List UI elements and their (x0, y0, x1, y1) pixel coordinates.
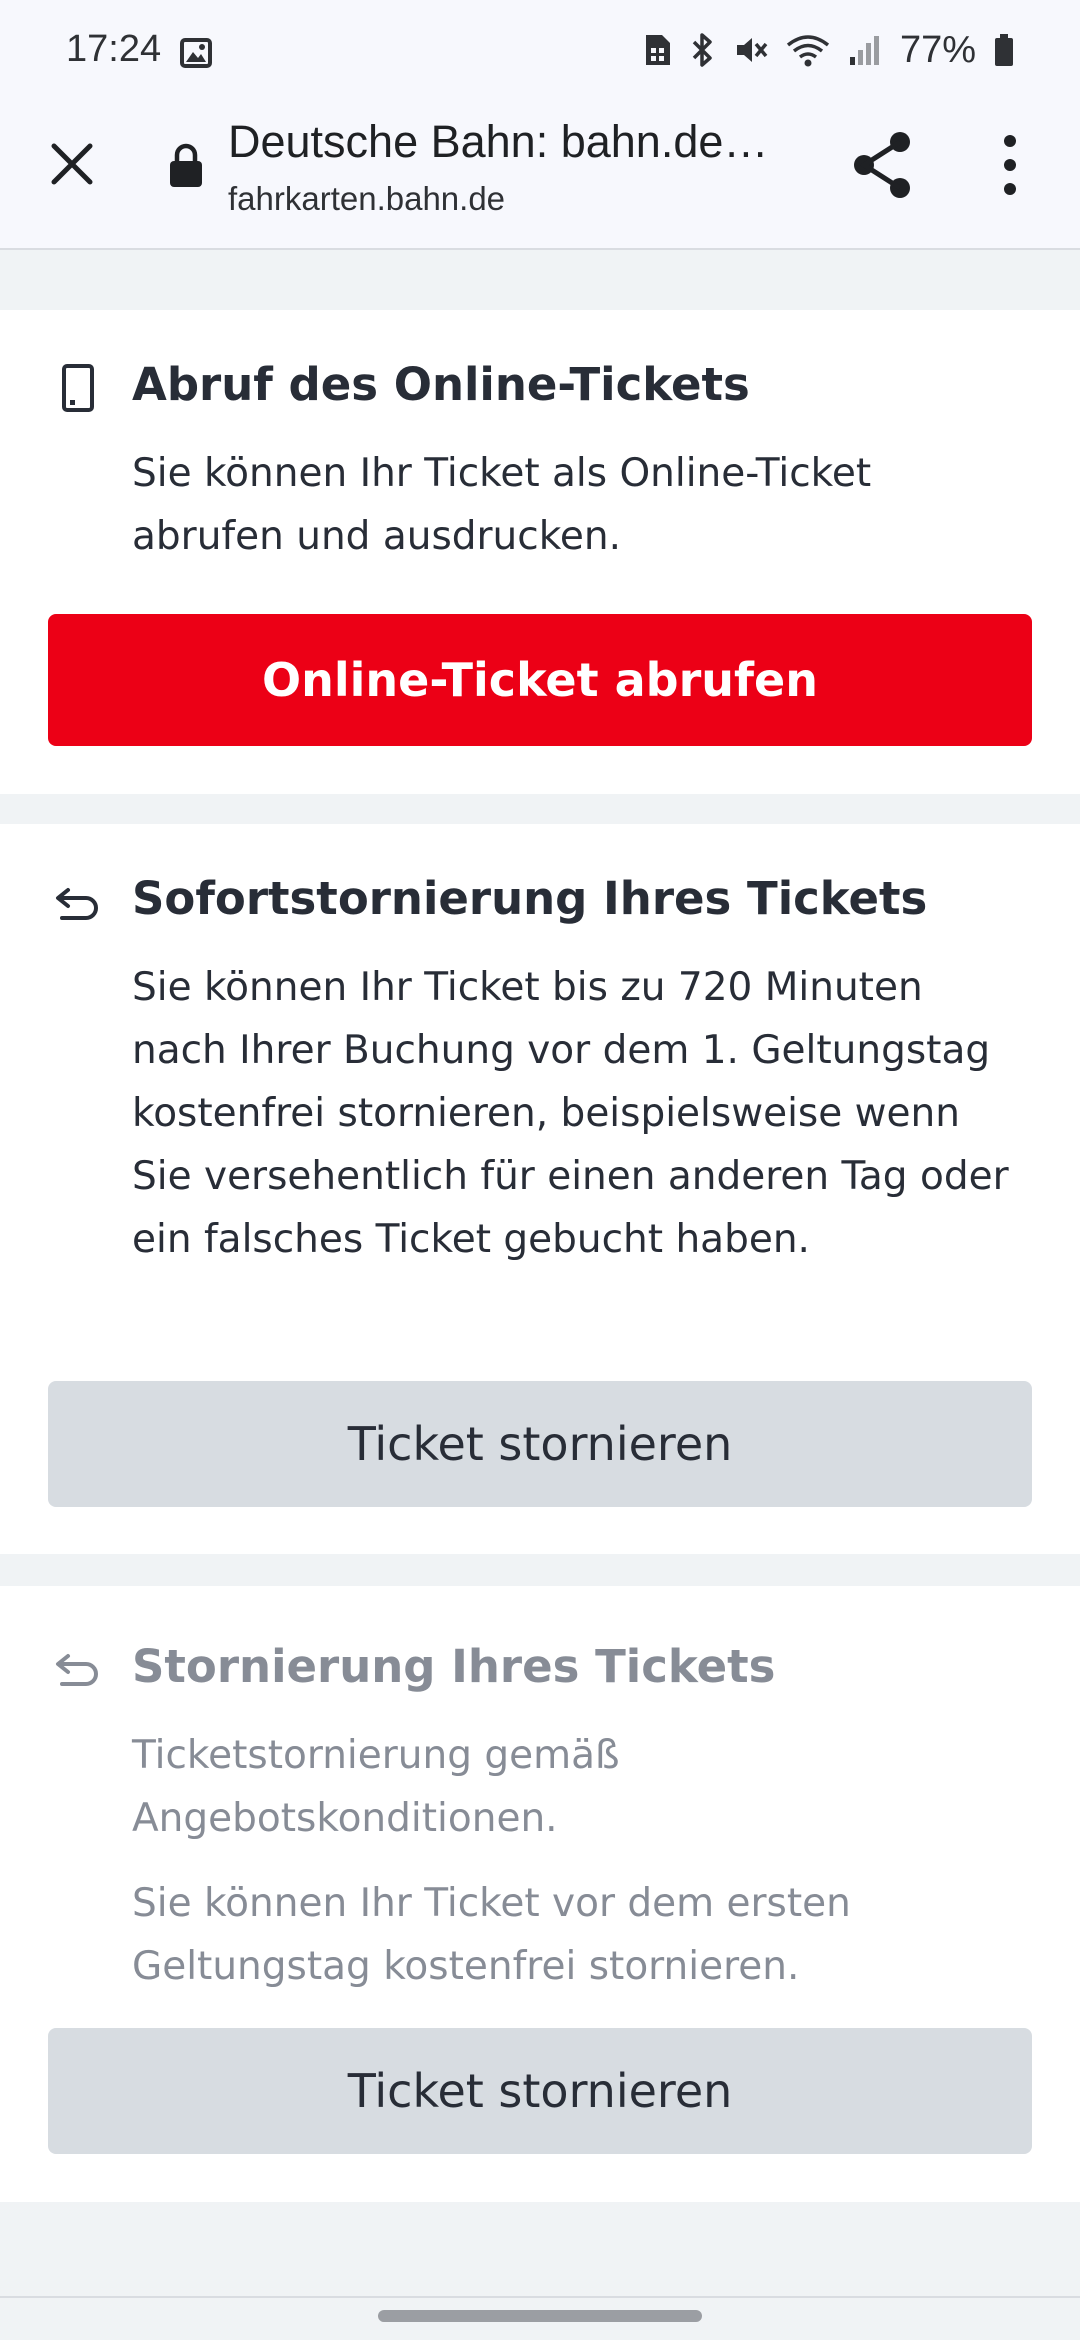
mute-icon (736, 38, 768, 62)
cancellation-conditions-text: Ticketstornierung gemäß Angebotskonditio… (132, 1733, 620, 1841)
cancel-ticket-button[interactable]: Ticket stornieren (48, 2028, 1032, 2154)
cancellation-title: Stornierung Ihres Tickets (132, 1640, 776, 1693)
lock-icon[interactable] (168, 142, 204, 188)
online-ticket-title: Abruf des Online-Tickets (132, 358, 750, 411)
more-menu-icon[interactable] (990, 132, 1030, 198)
undo-arrow-icon (56, 1654, 98, 1686)
battery-percent: 77% (899, 28, 976, 71)
page-title[interactable]: Deutsche Bahn: bahn.de… (228, 116, 788, 168)
share-icon[interactable] (850, 130, 916, 200)
status-time: 17:24 (66, 28, 162, 70)
bottom-divider (0, 2296, 1080, 2298)
instant-cancellation-text: Sie können Ihr Ticket bis zu 720 Minuten… (132, 965, 1009, 1262)
instant-cancellation-title: Sofortstornierung Ihres Tickets (132, 872, 928, 925)
cancellation-card: Stornierung Ihres Tickets Ticketstornier… (0, 1586, 1080, 2202)
cancellation-info-text: Sie können Ihr Ticket vor dem ersten Gel… (132, 1881, 851, 1989)
gallery-icon (180, 38, 212, 68)
online-ticket-card: Abruf des Online-Tickets Sie können Ihr … (0, 310, 1080, 794)
smartphone-icon (62, 364, 94, 412)
get-online-ticket-button[interactable]: Online-Ticket abrufen (48, 614, 1032, 746)
browser-chrome: 17:24 77% Deutsche Bahn: bahn.de… fahrka… (0, 0, 1080, 250)
status-bar: 17:24 77% (0, 0, 1080, 100)
online-ticket-text: Sie können Ihr Ticket als Online-Ticket … (132, 451, 872, 559)
browser-toolbar: Deutsche Bahn: bahn.de… fahrkarten.bahn.… (0, 100, 1080, 248)
wifi-icon (786, 35, 830, 67)
bluetooth-icon (692, 33, 712, 67)
status-icons: 77% (642, 28, 1014, 72)
page-url[interactable]: fahrkarten.bahn.de (228, 180, 505, 218)
close-tab-button[interactable] (40, 132, 104, 196)
home-indicator[interactable] (378, 2310, 702, 2322)
undo-arrow-icon (56, 888, 98, 920)
battery-icon (995, 34, 1013, 66)
sim-icon (645, 35, 670, 65)
instant-cancellation-card: Sofortstornierung Ihres Tickets Sie könn… (0, 824, 1080, 1554)
instant-cancel-ticket-button[interactable]: Ticket stornieren (48, 1381, 1032, 1507)
signal-icon (849, 36, 879, 65)
